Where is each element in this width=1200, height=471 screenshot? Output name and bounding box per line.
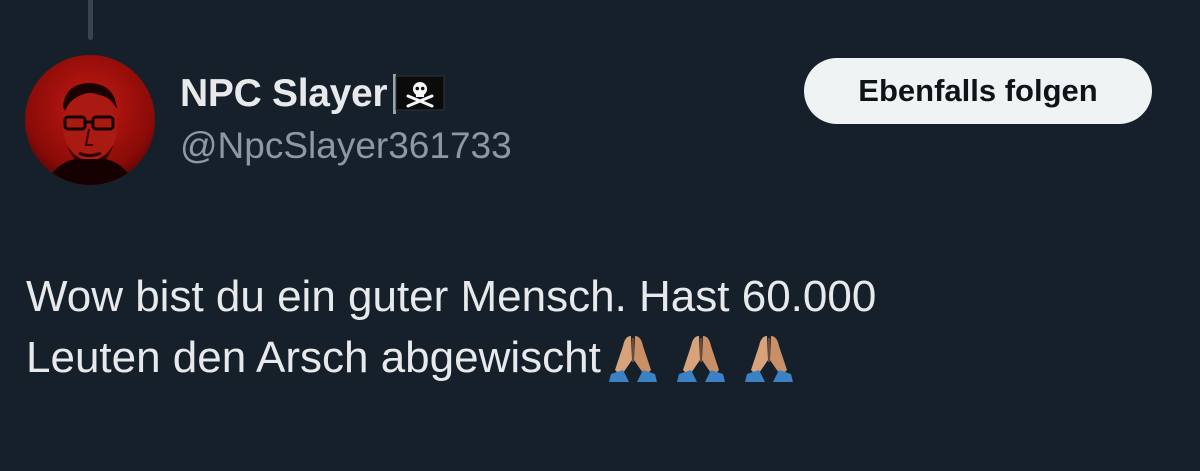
tweet-body: Wow bist du ein guter Mensch. Hast 60.00… [26, 266, 1166, 388]
folded-hands-icon [737, 330, 801, 384]
tweet-text-line-1: Wow bist du ein guter Mensch. Hast 60.00… [26, 272, 877, 321]
author-display-name[interactable]: NPC Slayer [180, 72, 388, 116]
follow-back-button[interactable]: Ebenfalls folgen [804, 58, 1152, 124]
author-handle[interactable]: @NpcSlayer361733 [180, 125, 512, 167]
pirate-flag-icon [391, 72, 447, 116]
tweet-text-line-2: Leuten den Arsch abgewischt [26, 327, 1166, 388]
thread-connector-line [88, 0, 93, 40]
folded-hands-icon [601, 330, 665, 384]
avatar[interactable] [25, 55, 155, 185]
tweet-text-line-2-content: Leuten den Arsch abgewischt [26, 333, 601, 382]
folded-hands-icon [669, 330, 733, 384]
emoji-group [601, 330, 805, 384]
author-name-row[interactable]: NPC Slayer [180, 68, 447, 120]
